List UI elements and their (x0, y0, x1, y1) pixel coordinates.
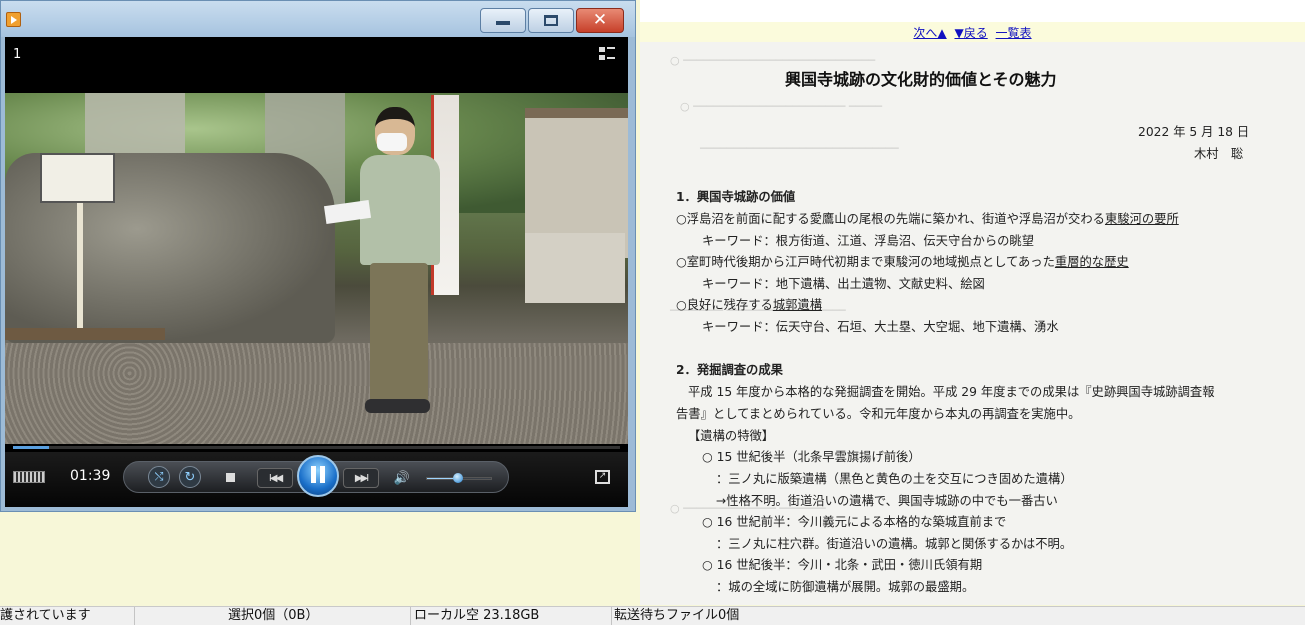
visualizer-icon[interactable] (13, 471, 45, 483)
gravel-ground (5, 343, 628, 444)
control-bar: 01:39 ⤭ ↻ I◀◀ ▶▶I 🔊 ↗ (5, 452, 628, 507)
page-author: 木村 聡 (1194, 147, 1244, 161)
stop-button[interactable] (224, 471, 236, 483)
doc-line: キーワード：伝天守台、石垣、大土塁、大空堀、地下遺構、湧水 (702, 320, 1059, 334)
document-toolbar-blank (640, 0, 1305, 22)
nav-back-link[interactable]: ▼戻る (954, 26, 987, 40)
status-selection: 選択0個（0B） (228, 608, 319, 623)
next-button[interactable]: ▶▶I (343, 468, 379, 488)
media-player-icon (6, 12, 21, 27)
fullscreen-button[interactable]: ↗ (595, 470, 610, 484)
close-button[interactable]: ✕ (576, 8, 624, 33)
doc-line: 平成 15 年度から本格的な発掘調査を開始。平成 29 年度までの成果は『史跡興… (688, 385, 1215, 399)
seek-bar[interactable] (13, 446, 620, 449)
doc-line: キーワード：地下遺構、出土遺物、文献史料、絵図 (702, 277, 985, 291)
pause-button[interactable] (297, 455, 339, 497)
doc-line: ○良好に残存する城郭遺構 (676, 298, 823, 312)
doc-line: ○室町時代後期から江戸時代初期まで東駿河の地域拠点としてあった重層的な歴史 (676, 255, 1129, 269)
page-date: 2022 年 5 月 18 日 (1138, 125, 1250, 139)
presenter-shoes (365, 399, 430, 413)
doc-line: →性格不明。街道沿いの遺構で、興国寺城跡の中でも一番古い (716, 494, 1058, 508)
volume-slider[interactable] (426, 473, 492, 483)
status-local-free: ローカル空 23.18GB (414, 608, 540, 623)
doc-line: ○浮島沼を前面に配する愛鷹山の尾根の先端に築かれ、街道や浮島沼が交わる東駿河の要… (676, 212, 1179, 226)
status-divider (410, 607, 411, 625)
presenter-shirt (360, 155, 440, 265)
minimize-button[interactable] (480, 8, 526, 33)
mute-button[interactable]: 🔊 (392, 468, 412, 488)
maximize-icon (544, 15, 558, 26)
close-icon: ✕ (592, 10, 608, 30)
doc-line: 【遺構の特徴】 (688, 429, 775, 443)
doc-line: ：城の全域に防御遺構が展開。城郭の最盛期。 (716, 580, 975, 594)
nav-list-link[interactable]: 一覧表 (996, 26, 1032, 40)
shuffle-button[interactable]: ⤭ (148, 466, 170, 488)
next-icon: ▶▶I (354, 472, 369, 484)
previous-button[interactable]: I◀◀ (257, 468, 293, 488)
media-player-window: ✕ 1 01:39 ⤭ ↻ I◀◀ ▶▶I 🔊 ↗ (0, 0, 636, 512)
section-heading: 1．興国寺城跡の価値 (676, 190, 796, 204)
sign-board (40, 153, 115, 203)
repeat-icon: ↻ (184, 469, 196, 485)
document-nav: 次へ▲ ▼戻る 一覧表 (640, 24, 1305, 40)
doc-line: ○ 16 世紀後半：今川・北条・武田・徳川氏領有期 (702, 558, 983, 572)
fullscreen-icon: ↗ (598, 471, 607, 481)
video-screen[interactable]: 1 01:39 ⤭ ↻ I◀◀ ▶▶I 🔊 ↗ (5, 37, 628, 507)
doc-line: ：三ノ丸に柱穴群。街道沿いの遺構。城郭と関係するかは不明。 (716, 537, 1073, 551)
status-protection: 護されています (0, 608, 91, 623)
seek-progress (13, 446, 50, 449)
previous-icon: I◀◀ (268, 472, 283, 484)
section-heading: 2．発掘調査の成果 (676, 363, 783, 377)
page-title: 興国寺城跡の文化財的価値とその魅力 (785, 70, 1057, 89)
video-frame[interactable] (5, 93, 628, 444)
wooden-bench (5, 328, 165, 340)
doc-line: ：三ノ丸に版築遺構（黒色と黄色の土を交互につき固めた遺構） (716, 472, 1073, 486)
presenter-mask (377, 133, 407, 151)
title-bar[interactable]: ✕ (1, 1, 635, 37)
sign-post (77, 203, 83, 333)
shuffle-icon: ⤭ (154, 470, 164, 483)
doc-line: ○ 15 世紀後半（北条早雲旗揚げ前後） (702, 450, 921, 464)
document-viewer: 次へ▲ ▼戻る 一覧表 ○ ──────────────────────────… (640, 0, 1305, 605)
repeat-button[interactable]: ↻ (179, 466, 201, 488)
scanned-page: ○ ───────────────────────────── ○ ──────… (640, 42, 1305, 605)
minimize-icon (496, 20, 510, 25)
nav-next-link[interactable]: 次へ▲ (913, 26, 946, 40)
chapter-number: 1 (13, 47, 22, 62)
speaker-icon: 🔊 (393, 470, 411, 486)
status-bar: 護されています 選択0個（0B） ローカル空 23.18GB 転送待ちファイル0… (0, 606, 1305, 625)
status-transfer: 転送待ちファイル0個 (614, 608, 740, 623)
switch-to-library-icon[interactable] (599, 47, 617, 63)
status-divider (134, 607, 135, 625)
doc-line: キーワード：根方街道、江道、浮島沼、伝天守台からの眺望 (702, 234, 1035, 248)
transport-controls: ⤭ ↻ I◀◀ ▶▶I 🔊 (123, 455, 509, 497)
maximize-button[interactable] (528, 8, 574, 33)
volume-thumb[interactable] (452, 473, 463, 483)
elapsed-time: 01:39 (70, 468, 111, 484)
noticeboard (525, 233, 625, 303)
status-divider (611, 607, 612, 625)
pause-icon (309, 466, 327, 486)
presenter-pants (370, 263, 428, 403)
doc-line: ○ 16 世紀前半：今川義元による本格的な築城直前まで (702, 515, 1007, 529)
doc-line: 告書』としてまとめられている。令和元年度から本丸の再調査を実施中。 (676, 407, 1081, 421)
